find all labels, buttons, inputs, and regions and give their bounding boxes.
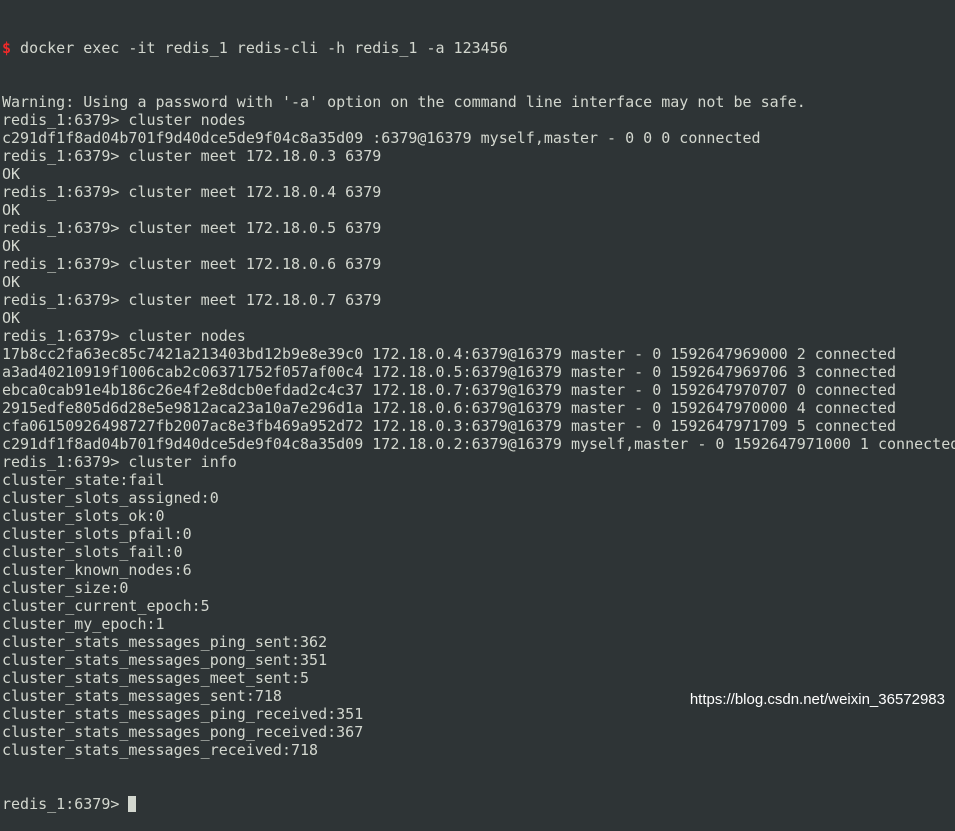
- terminal-line: redis_1:6379> cluster nodes: [2, 111, 246, 129]
- terminal-line: redis_1:6379> cluster meet 172.18.0.4 63…: [2, 183, 382, 201]
- shell-command: docker exec -it redis_1 redis-cli -h red…: [11, 39, 508, 57]
- terminal-line: cluster_slots_fail:0: [2, 543, 183, 561]
- terminal-line: OK: [2, 237, 21, 255]
- terminal-line: OK: [2, 273, 21, 291]
- terminal-line: Warning: Using a password with '-a' opti…: [2, 93, 806, 111]
- current-prompt-line[interactable]: redis_1:6379>: [2, 795, 955, 813]
- terminal-line: c291df1f8ad04b701f9d40dce5de9f04c8a35d09…: [2, 435, 955, 453]
- terminal-line: cluster_stats_messages_pong_sent:351: [2, 651, 328, 669]
- terminal-line: redis_1:6379> cluster meet 172.18.0.3 63…: [2, 147, 382, 165]
- terminal-line: cluster_state:fail: [2, 471, 165, 489]
- terminal-line: a3ad40210919f1006cab2c06371752f057af00c4…: [2, 363, 897, 381]
- terminal-line: cluster_stats_messages_pong_received:367: [2, 723, 364, 741]
- terminal-line: redis_1:6379> cluster meet 172.18.0.5 63…: [2, 219, 382, 237]
- redis-prompt: redis_1:6379>: [2, 795, 129, 813]
- terminal-line: cluster_stats_messages_ping_sent:362: [2, 633, 328, 651]
- terminal-line: cfa06150926498727fb2007ac8e3fb469a952d72…: [2, 417, 897, 435]
- terminal-line: cluster_known_nodes:6: [2, 561, 192, 579]
- watermark: https://blog.csdn.net/weixin_36572983: [689, 691, 945, 708]
- terminal-line: redis_1:6379> cluster info: [2, 453, 237, 471]
- terminal-line: cluster_my_epoch:1: [2, 615, 165, 633]
- terminal-line: OK: [2, 165, 21, 183]
- shell-prompt-symbol: $: [2, 39, 12, 57]
- terminal-line: cluster_slots_pfail:0: [2, 525, 192, 543]
- terminal-line: OK: [2, 309, 21, 327]
- terminal-line: ebca0cab91e4b186c26e4f2e8dcb0efdad2c4c37…: [2, 381, 897, 399]
- terminal-line: 17b8cc2fa63ec85c7421a213403bd12b9e8e39c0…: [2, 345, 897, 363]
- terminal-line: cluster_stats_messages_meet_sent:5: [2, 669, 310, 687]
- terminal-line: redis_1:6379> cluster nodes: [2, 327, 246, 345]
- terminal-line: redis_1:6379> cluster meet 172.18.0.7 63…: [2, 291, 382, 309]
- terminal-line: 2915edfe805d6d28e5e9812aca23a10a7e296d1a…: [2, 399, 897, 417]
- terminal-line: OK: [2, 201, 21, 219]
- terminal-line: cluster_slots_assigned:0: [2, 489, 219, 507]
- output-lines: Warning: Using a password with '-a' opti…: [2, 93, 955, 759]
- shell-command-line: $ docker exec -it redis_1 redis-cli -h r…: [2, 39, 955, 57]
- terminal-line: c291df1f8ad04b701f9d40dce5de9f04c8a35d09…: [2, 129, 761, 147]
- text-cursor: [128, 796, 137, 812]
- terminal-line: redis_1:6379> cluster meet 172.18.0.6 63…: [2, 255, 382, 273]
- terminal-line: cluster_current_epoch:5: [2, 597, 210, 615]
- terminal-line: cluster_slots_ok:0: [2, 507, 165, 525]
- terminal-line: cluster_size:0: [2, 579, 129, 597]
- terminal-line: cluster_stats_messages_received:718: [2, 741, 319, 759]
